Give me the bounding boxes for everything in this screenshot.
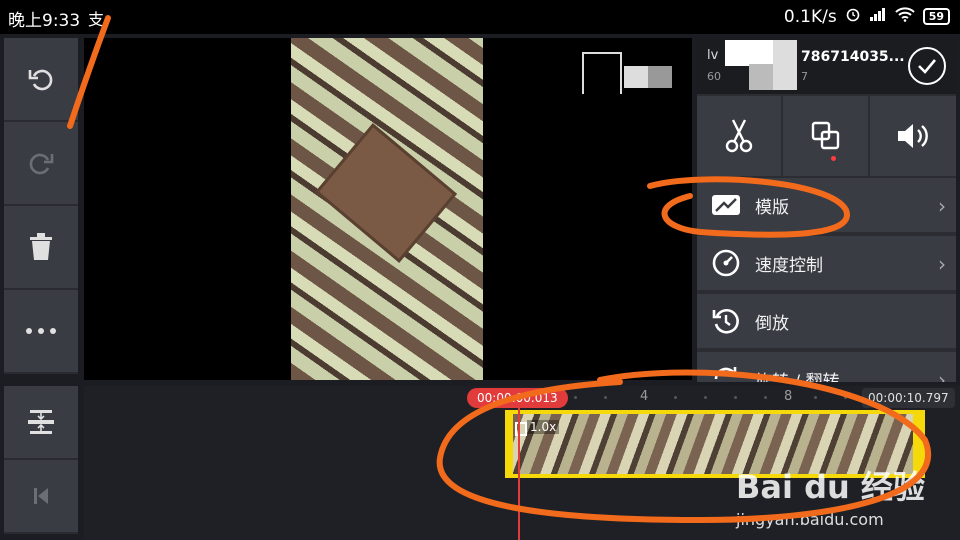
redo-button[interactable]: [4, 122, 78, 206]
trash-icon: [30, 233, 52, 260]
clip-sub: 7: [801, 70, 808, 83]
status-time: 晚上9:33: [8, 11, 81, 31]
alarm-icon: [845, 6, 861, 27]
overlay-logo: [582, 52, 622, 94]
total-time-badge: 00:00:10.797: [862, 388, 955, 408]
ruler-tick: [604, 396, 607, 399]
ruler-tick: [844, 396, 847, 399]
ruler-tick: [764, 396, 767, 399]
confirm-button[interactable]: [908, 47, 946, 85]
more-button[interactable]: [4, 290, 78, 374]
status-bar: 晚上9:33 支 0.1K/s 59: [0, 0, 960, 34]
undo-icon: [28, 69, 53, 91]
net-speed: 0.1K/s: [783, 6, 837, 27]
chevron-right-icon: ›: [938, 194, 946, 218]
ruler-tick: [674, 396, 677, 399]
film-icon: [515, 422, 527, 436]
reverse-icon: [697, 306, 755, 336]
chevron-right-icon: ›: [938, 252, 946, 276]
notification-icon: 支: [88, 10, 105, 29]
battery-indicator: 59: [922, 8, 950, 25]
ruler-tick: [814, 396, 817, 399]
clip-name: 786714035...: [801, 49, 905, 65]
signal-icon: [869, 6, 887, 27]
menu-item-speed[interactable]: 速度控制 ›: [697, 236, 956, 292]
skip-start-icon: [34, 488, 48, 504]
menu-item-label: 速度控制: [755, 255, 823, 276]
menu-item-label: 旋转 / 翻转: [755, 371, 840, 383]
clip-speed-label: 1.0x: [527, 420, 560, 434]
clip-trim-handle-left[interactable]: [505, 410, 513, 478]
mosaic-blur: [624, 66, 672, 88]
watermark: Bai du 经验 jingyan.baidu.com: [736, 462, 925, 529]
status-right: 0.1K/s 59: [784, 6, 950, 27]
menu-item-template[interactable]: 模版 ›: [697, 178, 956, 234]
speedometer-icon: [697, 248, 755, 278]
skip-start-button[interactable]: [4, 460, 78, 534]
layer-button[interactable]: [783, 96, 868, 176]
current-time-badge: 00:00:00.013: [467, 388, 568, 408]
undo-button[interactable]: [4, 38, 78, 122]
mosaic-blur: [773, 40, 797, 90]
ruler-tick: [734, 396, 737, 399]
mosaic-blur: [725, 40, 773, 66]
ruler-label: 8: [784, 389, 793, 404]
tool-row: [697, 96, 956, 176]
menu-item-reverse[interactable]: 倒放: [697, 294, 956, 350]
notification-dot: [831, 156, 837, 161]
playhead[interactable]: [518, 408, 520, 540]
template-icon: [697, 193, 755, 217]
scissors-icon: [725, 119, 753, 153]
timeline-fit-button[interactable]: [4, 386, 78, 460]
mosaic-blur: [749, 64, 773, 90]
timeline-toolbar: [4, 386, 78, 534]
clip-prefix-sub: 60: [707, 70, 721, 83]
volume-icon: [897, 124, 928, 148]
ruler-tick: [704, 396, 707, 399]
app-screen: 晚上9:33 支 0.1K/s 59 lv 60 786714035... 7 …: [0, 0, 960, 540]
watermark-url: jingyan.baidu.com: [736, 510, 884, 529]
clip-edit-panel: lv 60 786714035... 7 模版 › 速度控制 › 倒放 旋转 /…: [697, 38, 956, 382]
timeline-fit-icon: [28, 410, 54, 434]
menu-item-label: 倒放: [755, 313, 789, 334]
ruler-label: 4: [640, 389, 649, 404]
video-preview[interactable]: [84, 38, 692, 380]
trim-button[interactable]: [697, 96, 782, 176]
wifi-icon: [894, 6, 915, 27]
left-toolbar: [4, 38, 78, 374]
clip-prefix: lv: [707, 48, 719, 63]
menu-item-label: 模版: [755, 197, 789, 218]
video-frame: [291, 38, 483, 380]
clip-info: lv 60 786714035... 7: [697, 38, 956, 94]
watermark-brand: Bai du 经验: [736, 468, 925, 506]
layer-icon: [811, 121, 839, 150]
more-icon: [26, 328, 56, 334]
rotate-icon: [697, 364, 755, 382]
redo-icon: [29, 153, 54, 175]
chevron-right-icon: ›: [938, 368, 946, 382]
video-subject: [314, 123, 458, 263]
ruler-tick: [574, 396, 577, 399]
checkmark-icon: [918, 59, 936, 74]
delete-button[interactable]: [4, 206, 78, 290]
volume-button[interactable]: [869, 96, 956, 176]
menu-item-rotate[interactable]: 旋转 / 翻转 ›: [697, 352, 956, 382]
